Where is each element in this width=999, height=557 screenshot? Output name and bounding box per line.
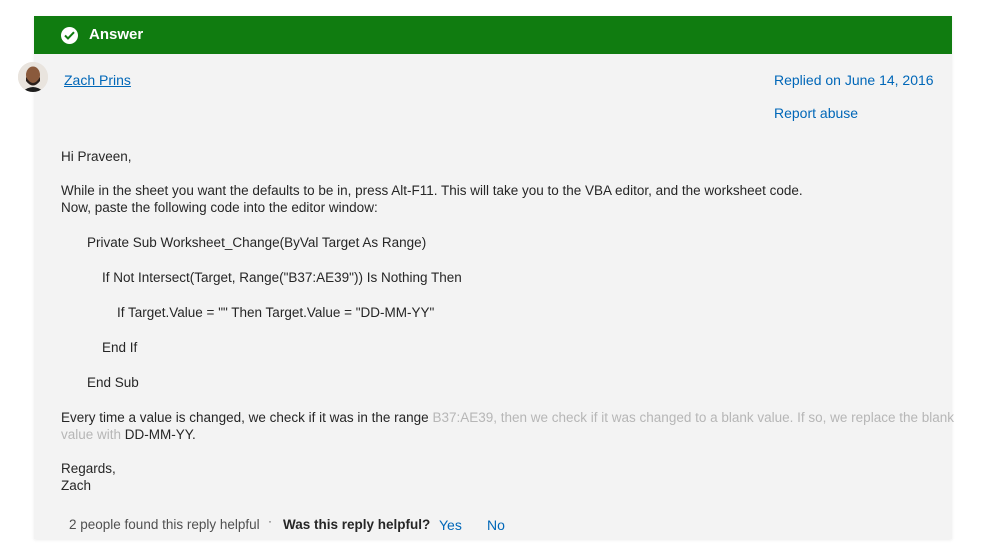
answer-header: Answer [34,16,952,54]
code-line: If Target.Value = "" Then Target.Value =… [117,305,435,320]
explanation-line-2: value with DD-MM-YY. [61,427,196,442]
report-abuse-link[interactable]: Report abuse [774,105,858,121]
closing-name: Zach [61,478,92,493]
no-button[interactable]: No [487,517,505,533]
helpful-count: 2 people found this reply helpful [69,517,260,532]
intro-line-1: While in the sheet you want the defaults… [61,183,803,198]
answer-label: Answer [89,26,144,43]
greeting: Hi Praveen, [61,149,132,164]
avatar-icon [18,62,48,92]
explanation-faded-text: value with [61,427,125,442]
separator: · [268,514,272,528]
yes-button[interactable]: Yes [439,517,462,533]
code-line: End If [102,340,138,355]
explanation-faded-text: B37:AE39, then we check if it was change… [432,410,955,425]
code-line: If Not Intersect(Target, Range("B37:AE39… [102,270,462,285]
reply-date: Replied on June 14, 2016 [774,72,934,88]
check-circle-icon [61,27,78,44]
explanation-text: Every time a value is changed, we check … [61,410,433,425]
author-name-link[interactable]: Zach Prins [64,72,131,88]
explanation-text: DD-MM-YY. [124,427,196,442]
explanation-line-1: Every time a value is changed, we check … [61,410,954,425]
code-line: Private Sub Worksheet_Change(ByVal Targe… [87,235,427,250]
code-line: End Sub [87,375,139,390]
helpful-question: Was this reply helpful? [283,517,431,532]
intro-line-2: Now, paste the following code into the e… [61,200,378,215]
closing-regards: Regards, [61,461,116,476]
